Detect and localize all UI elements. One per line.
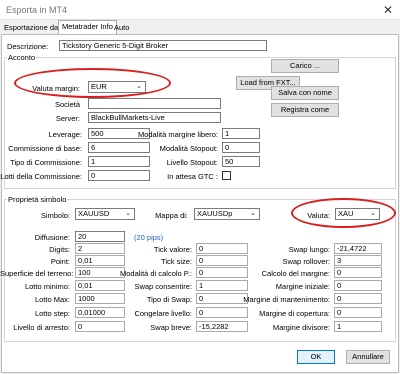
commission-type-label: Tipo di Commissione: [10, 158, 82, 167]
profit-calc-mode-label: Modalità di calcolo P.: [120, 269, 192, 278]
description-input[interactable]: Tickstory Generic 5-Digit Broker [59, 40, 267, 51]
margin-maintenance-label: Margine di mantenimento: [243, 295, 330, 304]
freeze-level-label: Congelare livello: [134, 309, 192, 318]
window-title: Esporta in MT4 [6, 5, 68, 15]
highlight-oval-symbol-currency [291, 198, 396, 228]
symbol-label: Simbolo: [40, 211, 70, 220]
margin-divider-input[interactable]: 1 [334, 321, 382, 332]
save-as-button[interactable]: Salva con nome [271, 86, 339, 100]
chevron-down-icon: ⌄ [125, 210, 131, 217]
gtc-pending-label: In attesa GTC : [167, 172, 218, 181]
swap-type-label: Tipo di Swap: [146, 295, 192, 304]
stopout-mode-label: Modalità Stopout: [159, 144, 218, 153]
register-as-button[interactable]: Registra come [271, 103, 339, 117]
symbol-select[interactable]: XAUUSD ⌄ [75, 208, 135, 220]
symbol-group-label: Proprietà simbolo [7, 195, 68, 204]
margin-hedged-input[interactable]: 0 [334, 307, 382, 318]
stop-level-label: Livello di arresto: [13, 323, 70, 332]
mapping-select[interactable]: XAUUSDp ⌄ [194, 208, 260, 220]
max-lot-input[interactable]: 1000 [75, 293, 125, 304]
company-label: Società [54, 100, 80, 109]
digits-input[interactable]: 2 [75, 243, 125, 254]
margin-maintenance-input[interactable]: 0 [334, 293, 382, 304]
swap-rollover-label: Swap rollover: [282, 257, 330, 266]
contract-size-label: Superficie del terreno: [0, 269, 74, 278]
symbol-value: XAUUSD [78, 209, 110, 218]
free-margin-mode-label: Modalità margine libero: [137, 130, 218, 139]
margin-calc-input[interactable]: 0 [334, 267, 382, 278]
account-group-label: Acconto [7, 53, 37, 62]
server-label: Server: [55, 114, 80, 123]
swap-long-input[interactable]: -21,4722 [334, 243, 382, 254]
stopout-level-input[interactable]: 50 [222, 156, 260, 167]
spread-input[interactable]: 20 [75, 231, 125, 242]
swap-enabled-label: Swap consentire: [134, 282, 192, 291]
base-commission-label: Commissione di base: [8, 144, 82, 153]
min-lot-label: Lotto minimo: [24, 282, 70, 291]
max-lot-label: Lotto Max: [34, 295, 70, 304]
point-input[interactable]: 0,01 [75, 255, 125, 266]
cancel-button[interactable]: Annullare [346, 350, 390, 364]
margin-calc-label: Calcolo del margine: [261, 269, 330, 278]
tick-value-label: Tick valore: [153, 245, 192, 254]
load-button[interactable]: Carico ... [271, 59, 339, 73]
leverage-label: Leverage: [48, 130, 82, 139]
lot-step-input[interactable]: 0,01000 [75, 307, 125, 318]
swap-short-label: Swap breve: [150, 323, 192, 332]
digits-label: Digits: [49, 245, 70, 254]
tab-metatrader-info[interactable]: Metatrader Info [58, 20, 117, 35]
description-label: Descrizione: [7, 42, 49, 51]
tab-auto[interactable]: Auto [111, 22, 132, 34]
ok-button[interactable]: OK [297, 350, 335, 364]
margin-hedged-label: Margine di copertura: [259, 309, 330, 318]
chevron-down-icon: ⌄ [250, 210, 256, 217]
highlight-oval-margin-currency [14, 68, 171, 98]
title-bar: Esporta in MT4 ✕ [0, 0, 400, 20]
tab-esportazione-dati[interactable]: Esportazione dati [1, 22, 65, 34]
spread-pips-text: (20 pips) [134, 233, 164, 242]
margin-initial-input[interactable]: 0 [334, 280, 382, 291]
tick-size-label: Tick size: [161, 257, 192, 266]
server-input[interactable]: BlackBullMarkets-Live [88, 112, 221, 123]
stop-level-input[interactable]: 0 [75, 321, 125, 332]
stopout-mode-input[interactable]: 0 [222, 142, 260, 153]
swap-rollover-input[interactable]: 3 [334, 255, 382, 266]
mapping-label: Mappa di: [155, 211, 188, 220]
swap-long-label: Swap lungo: [288, 245, 330, 254]
point-label: Point: [50, 257, 70, 266]
margin-divider-label: Margine divisore: [272, 323, 330, 332]
min-lot-input[interactable]: 0,01 [75, 280, 125, 291]
mapping-value: XAUUSDp [197, 209, 233, 218]
close-icon[interactable]: ✕ [380, 2, 396, 18]
lot-step-label: Lotto step: [34, 309, 70, 318]
free-margin-mode-input[interactable]: 1 [222, 128, 260, 139]
commission-lots-label: Lotti della Commissione: [0, 172, 82, 181]
company-input[interactable] [88, 98, 221, 109]
gtc-pending-checkbox[interactable] [222, 171, 231, 180]
stopout-level-label: Livello Stopout: [166, 158, 218, 167]
margin-initial-label: Margine iniziale: [275, 282, 330, 291]
spread-label: Diffusione: [34, 233, 70, 242]
